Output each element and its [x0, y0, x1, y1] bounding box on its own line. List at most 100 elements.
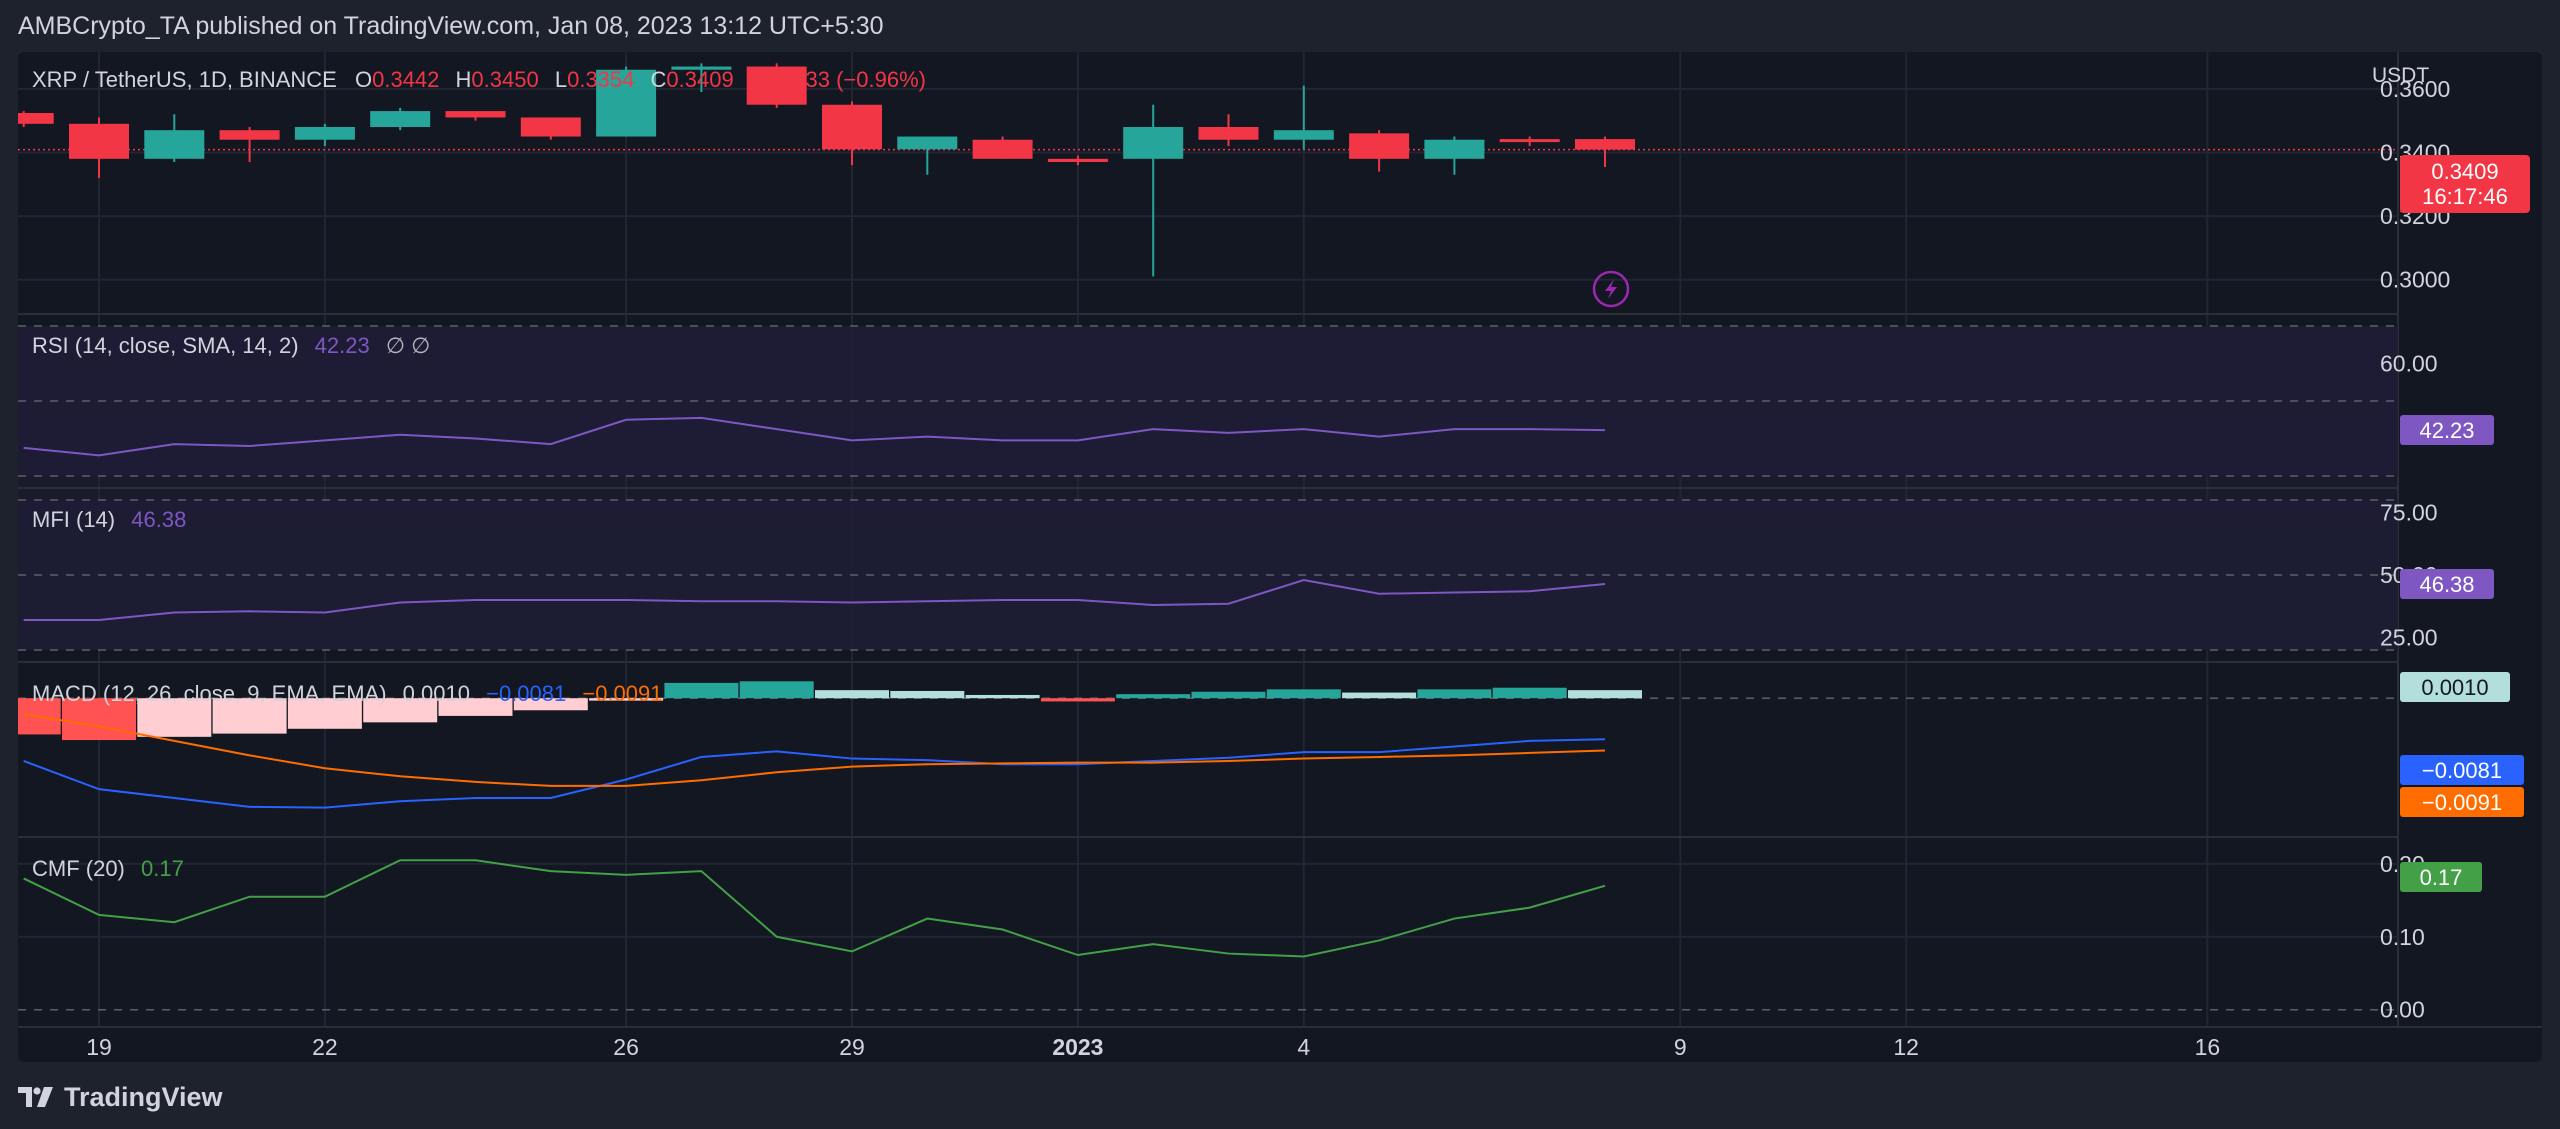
candle-body — [1273, 130, 1334, 140]
rsi-badge: 42.23 — [2400, 415, 2494, 445]
mfi-label: MFI (14) — [32, 507, 115, 532]
cmf-line — [23, 859, 1606, 958]
mfi-tick-label: 25.00 — [2380, 625, 2438, 651]
macd-hist-bar — [1492, 687, 1567, 699]
macd-hist-bar — [1568, 690, 1642, 699]
macd-hist-bar — [1342, 692, 1417, 699]
published-line: AMBCrypto_TA published on TradingView.co… — [18, 12, 884, 40]
legend-change: −0.0033 (−0.96%) — [750, 67, 926, 92]
legend-line: XRP / TetherUS, 1D, BINANCE O0.3442 H0.3… — [32, 67, 926, 92]
candle-body — [1198, 127, 1259, 140]
mfi-badge: 46.38 — [2400, 569, 2494, 599]
cmf-label: CMF (20) — [32, 856, 125, 881]
price-tick-label: 0.3600 — [2380, 76, 2450, 102]
candle-body — [1047, 158, 1108, 162]
macd-hist-bar — [739, 681, 814, 699]
candle-body — [1424, 139, 1485, 159]
mfi-badge-text: 46.38 — [2419, 572, 2474, 597]
candle-body — [144, 130, 205, 159]
last-price-badge: 0.3409 16:17:46 — [2400, 155, 2530, 213]
legend-close-label: C — [651, 67, 667, 92]
legend-open-value: 0.3442 — [372, 67, 439, 92]
candle-body — [69, 123, 129, 159]
candle-body — [822, 104, 882, 150]
macd-line-badge: −0.0081 — [2400, 755, 2524, 785]
tradingview-logo-icon — [18, 1087, 53, 1107]
candle-body — [1499, 139, 1560, 143]
candle-body — [897, 136, 958, 150]
macd-hist-badge: 0.0010 — [2400, 672, 2510, 702]
rsi-badge-text: 42.23 — [2419, 418, 2474, 443]
candle-body — [294, 127, 355, 140]
macd-hist-bar — [1116, 694, 1191, 699]
macd-signal-badge-text: −0.0091 — [2422, 790, 2502, 815]
legend-close-value: 0.3409 — [666, 67, 733, 92]
macd-hist-bar — [1191, 691, 1266, 699]
time-tick-label: 26 — [613, 1034, 639, 1060]
price-tick-label: 0.3000 — [2380, 267, 2450, 293]
candle-body — [18, 113, 54, 124]
cmf-tick-label: 0.00 — [2380, 997, 2425, 1023]
lightning-icon[interactable] — [1592, 270, 1630, 308]
chart-frame[interactable]: XRP / TetherUS, 1D, BINANCE O0.3442 H0.3… — [18, 52, 2542, 1062]
macd-hist-value: 0.0010 — [403, 681, 470, 706]
candle-body — [370, 111, 431, 127]
rsi-label: RSI (14, close, SMA, 14, 2) — [32, 333, 299, 358]
candle-body — [1123, 127, 1184, 159]
rsi-flags: ∅ ∅ — [386, 333, 430, 358]
macd-hist-bar — [1417, 689, 1492, 699]
time-tick-label: 19 — [86, 1034, 112, 1060]
legend-symbol: XRP / TetherUS, 1D, BINANCE — [32, 67, 337, 92]
time-tick-label: 29 — [839, 1034, 865, 1060]
macd-line-badge-text: −0.0081 — [2422, 758, 2502, 783]
legend-high-value: 0.3450 — [471, 67, 538, 92]
candle-body — [219, 130, 280, 140]
time-axis: 19 22 26 29 2023 4 9 12 16 — [86, 1034, 2220, 1060]
candle-body — [445, 111, 506, 118]
mfi-value: 46.38 — [131, 507, 186, 532]
macd-label: MACD (12, 26, close, 9, EMA, EMA) — [32, 681, 387, 706]
rsi-tick-label: 60.00 — [2380, 351, 2438, 377]
time-tick-label: 22 — [312, 1034, 338, 1060]
candle-body — [1575, 139, 1635, 150]
mfi-tick-label: 75.00 — [2380, 500, 2438, 526]
countdown-timer: 16:17:46 — [2422, 184, 2508, 209]
time-tick-label: 12 — [1893, 1034, 1919, 1060]
macd-hist-badge-text: 0.0010 — [2421, 675, 2488, 700]
candle-body — [972, 139, 1033, 159]
macd-legend: MACD (12, 26, close, 9, EMA, EMA) 0.0010… — [32, 681, 663, 706]
macd-hist-bar — [815, 690, 889, 699]
footer-brand: TradingView — [18, 1080, 223, 1114]
last-price-value: 0.3409 — [2431, 159, 2498, 184]
macd-signal-badge: −0.0091 — [2400, 787, 2524, 817]
tradingview-logo-text: TradingView — [64, 1081, 223, 1112]
mfi-legend: MFI (14) 46.38 — [32, 507, 186, 532]
cmf-legend: CMF (20) 0.17 — [32, 856, 184, 881]
macd-hist-bar — [1266, 689, 1341, 699]
time-tick-label: 4 — [1297, 1034, 1310, 1060]
time-tick-label: 16 — [2195, 1034, 2221, 1060]
legend-low-label: L — [555, 67, 567, 92]
chart-canvas[interactable]: XRP / TetherUS, 1D, BINANCE O0.3442 H0.3… — [18, 52, 2542, 1062]
macd-line — [23, 738, 1606, 809]
macd-hist-bar — [965, 694, 1040, 699]
rsi-value: 42.23 — [315, 333, 370, 358]
candle-body — [1349, 133, 1410, 159]
legend-low-value: 0.3354 — [567, 67, 634, 92]
macd-signal-value: −0.0091 — [582, 681, 662, 706]
price-layer — [18, 63, 2398, 277]
macd-hist-bar — [890, 690, 965, 699]
macd-hist-bar — [664, 682, 739, 699]
cmf-value: 0.17 — [141, 856, 184, 881]
legend-open-label: O — [355, 67, 372, 92]
band-layer — [18, 325, 2398, 699]
rsi-legend: RSI (14, close, SMA, 14, 2) 42.23 ∅ ∅ — [32, 333, 430, 358]
macd-hist-bar — [1040, 698, 1115, 702]
cmf-tick-label: 0.10 — [2380, 924, 2425, 950]
candle-body — [520, 117, 581, 137]
macd-line-value: −0.0081 — [486, 681, 566, 706]
cmf-badge-text: 0.17 — [2420, 865, 2463, 890]
cmf-badge: 0.17 — [2400, 862, 2482, 892]
time-tick-label: 9 — [1674, 1034, 1687, 1060]
legend-high-label: H — [456, 67, 472, 92]
